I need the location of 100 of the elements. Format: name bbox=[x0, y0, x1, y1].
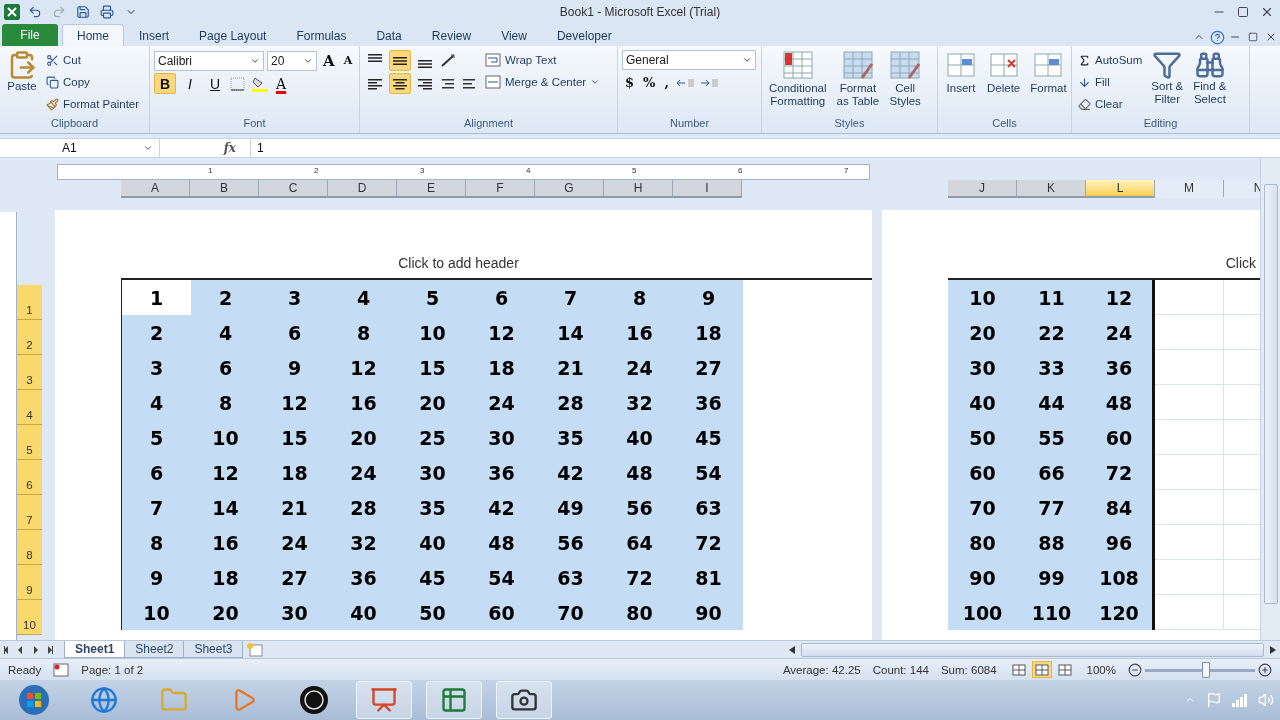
copy-icon bbox=[46, 75, 59, 89]
font-name-field[interactable]: Calibri bbox=[154, 50, 264, 71]
sheet-tab[interactable]: Sheet1 bbox=[64, 641, 126, 658]
autosum-button[interactable]: AutoSum bbox=[1076, 50, 1145, 70]
table-cell: 30 bbox=[467, 420, 536, 455]
cells-button[interactable]: Format bbox=[1027, 50, 1070, 117]
table-cell: 2 bbox=[191, 280, 260, 315]
italic-button[interactable]: I bbox=[179, 73, 201, 94]
style-button[interactable]: Cell Styles bbox=[886, 50, 925, 117]
scissors-icon bbox=[46, 53, 59, 67]
table-cell: 20 bbox=[398, 385, 467, 420]
taskbar-button[interactable] bbox=[496, 681, 552, 719]
row-header[interactable]: 3 bbox=[17, 355, 42, 390]
borders-icon[interactable] bbox=[229, 75, 247, 92]
eraser-icon bbox=[1078, 97, 1091, 111]
table-cell: 18 bbox=[191, 560, 260, 595]
ribbon-tab[interactable]: Developer bbox=[541, 24, 627, 46]
column-header[interactable]: A bbox=[121, 180, 190, 198]
shrink-font-button[interactable]: A bbox=[340, 50, 356, 71]
column-header[interactable]: H bbox=[604, 180, 673, 198]
format-painter-button[interactable]: Format Painter bbox=[44, 94, 142, 114]
row-header[interactable]: 7 bbox=[17, 495, 42, 530]
page-header-text[interactable]: Click to add header bbox=[398, 255, 519, 271]
scroll-left-icon[interactable] bbox=[789, 645, 795, 654]
sort-filter-button[interactable]: Sort & Filter bbox=[1148, 50, 1187, 117]
column-header[interactable]: B bbox=[190, 180, 259, 198]
row-header[interactable]: 1 bbox=[17, 285, 42, 320]
column-header[interactable]: I bbox=[673, 180, 742, 198]
bold-button[interactable]: B bbox=[154, 73, 176, 94]
function-label[interactable]: fx bbox=[160, 141, 250, 155]
row-header[interactable]: 6 bbox=[17, 460, 42, 495]
ribbon-tab[interactable]: Formulas bbox=[281, 24, 362, 46]
zoom-level[interactable]: 100% bbox=[1086, 663, 1116, 676]
print-preview-icon[interactable] bbox=[98, 3, 116, 21]
dropdown-caret-icon[interactable] bbox=[590, 77, 601, 87]
ribbon-tab[interactable]: Review bbox=[416, 24, 487, 46]
find-select-button[interactable]: Find & Select bbox=[1190, 50, 1230, 117]
column-header[interactable]: M bbox=[1155, 180, 1224, 198]
cut-button[interactable]: Cut bbox=[44, 50, 142, 70]
table-cell: 7 bbox=[122, 490, 191, 525]
file-tab[interactable]: File bbox=[2, 24, 58, 46]
column-header[interactable]: E bbox=[397, 180, 466, 198]
font-size-field[interactable]: 20 bbox=[267, 50, 317, 71]
row-header[interactable]: 2 bbox=[17, 320, 42, 355]
ribbon-tab[interactable]: Data bbox=[361, 24, 417, 46]
help-icon[interactable] bbox=[1208, 28, 1226, 46]
paste-button[interactable]: Paste bbox=[4, 50, 40, 117]
vertical-scrollbar[interactable] bbox=[1260, 158, 1280, 640]
table-cell: 45 bbox=[674, 420, 743, 455]
ribbon-tab[interactable]: View bbox=[486, 24, 542, 46]
style-button[interactable]: Format as Table bbox=[833, 50, 883, 117]
scroll-right-icon[interactable] bbox=[1270, 645, 1276, 654]
row-header[interactable]: 8 bbox=[17, 530, 42, 565]
row-header[interactable]: 9 bbox=[17, 565, 42, 600]
row-header[interactable]: 4 bbox=[17, 390, 42, 425]
clear-button[interactable]: Clear bbox=[1076, 94, 1145, 114]
number-format-field[interactable]: General bbox=[622, 50, 756, 70]
row-header[interactable]: 5 bbox=[17, 425, 42, 460]
page-header-text[interactable]: Click bbox=[1225, 255, 1256, 271]
column-header[interactable]: K bbox=[1017, 180, 1086, 198]
column-header[interactable]: F bbox=[466, 180, 535, 198]
ribbon-tab[interactable]: Insert bbox=[124, 24, 185, 46]
ribbon-tab[interactable]: Home bbox=[62, 24, 124, 46]
paintbrush-icon bbox=[46, 97, 59, 111]
view-button[interactable] bbox=[1031, 661, 1052, 678]
grow-font-button[interactable]: A bbox=[320, 50, 338, 71]
style-button[interactable]: Conditional Formatting bbox=[766, 50, 830, 117]
font-color-button[interactable]: A bbox=[273, 73, 290, 94]
cells-button[interactable]: Insert bbox=[942, 50, 980, 117]
copy-button[interactable]: Copy bbox=[44, 72, 142, 92]
window-title: Book1 - Microsoft Excel (Trial) bbox=[559, 5, 721, 19]
lines-icon bbox=[417, 76, 433, 91]
formula-field[interactable]: 1 bbox=[250, 138, 1280, 158]
comma-button[interactable]: , bbox=[661, 72, 672, 93]
table-cell: 9 bbox=[674, 280, 743, 315]
wrap-text-button[interactable]: Wrap Text bbox=[483, 50, 603, 70]
vertical-align-button[interactable] bbox=[389, 50, 411, 71]
sheet-tab[interactable]: Sheet3 bbox=[183, 641, 244, 658]
horizontal-align-button[interactable] bbox=[389, 73, 411, 94]
table-cell: 60 bbox=[1086, 420, 1155, 455]
column-header[interactable]: D bbox=[328, 180, 397, 198]
name-box[interactable]: A1 bbox=[0, 138, 160, 158]
column-header[interactable]: C bbox=[259, 180, 328, 198]
column-header[interactable]: J bbox=[948, 180, 1017, 198]
save-icon[interactable] bbox=[74, 3, 92, 21]
ribbon-tab[interactable]: Page Layout bbox=[184, 24, 282, 46]
row-header[interactable]: 10 bbox=[17, 600, 42, 635]
sheet-tab[interactable]: Sheet2 bbox=[124, 641, 185, 658]
dropdown-caret-icon[interactable] bbox=[742, 55, 752, 65]
globe-icon bbox=[90, 686, 118, 714]
fill-button[interactable]: Fill bbox=[1076, 72, 1145, 92]
column-header[interactable]: L bbox=[1086, 180, 1155, 198]
cells-button[interactable]: Delete bbox=[984, 50, 1024, 117]
macro-record-icon[interactable] bbox=[53, 662, 70, 677]
currency-button[interactable]: $ bbox=[622, 72, 638, 93]
percent-button[interactable]: % bbox=[640, 72, 659, 93]
column-header[interactable]: G bbox=[535, 180, 604, 198]
merge-center-button[interactable]: Merge & Center bbox=[483, 72, 603, 92]
ruler-number: 3 bbox=[420, 166, 425, 175]
underline-button[interactable]: U bbox=[204, 73, 226, 94]
